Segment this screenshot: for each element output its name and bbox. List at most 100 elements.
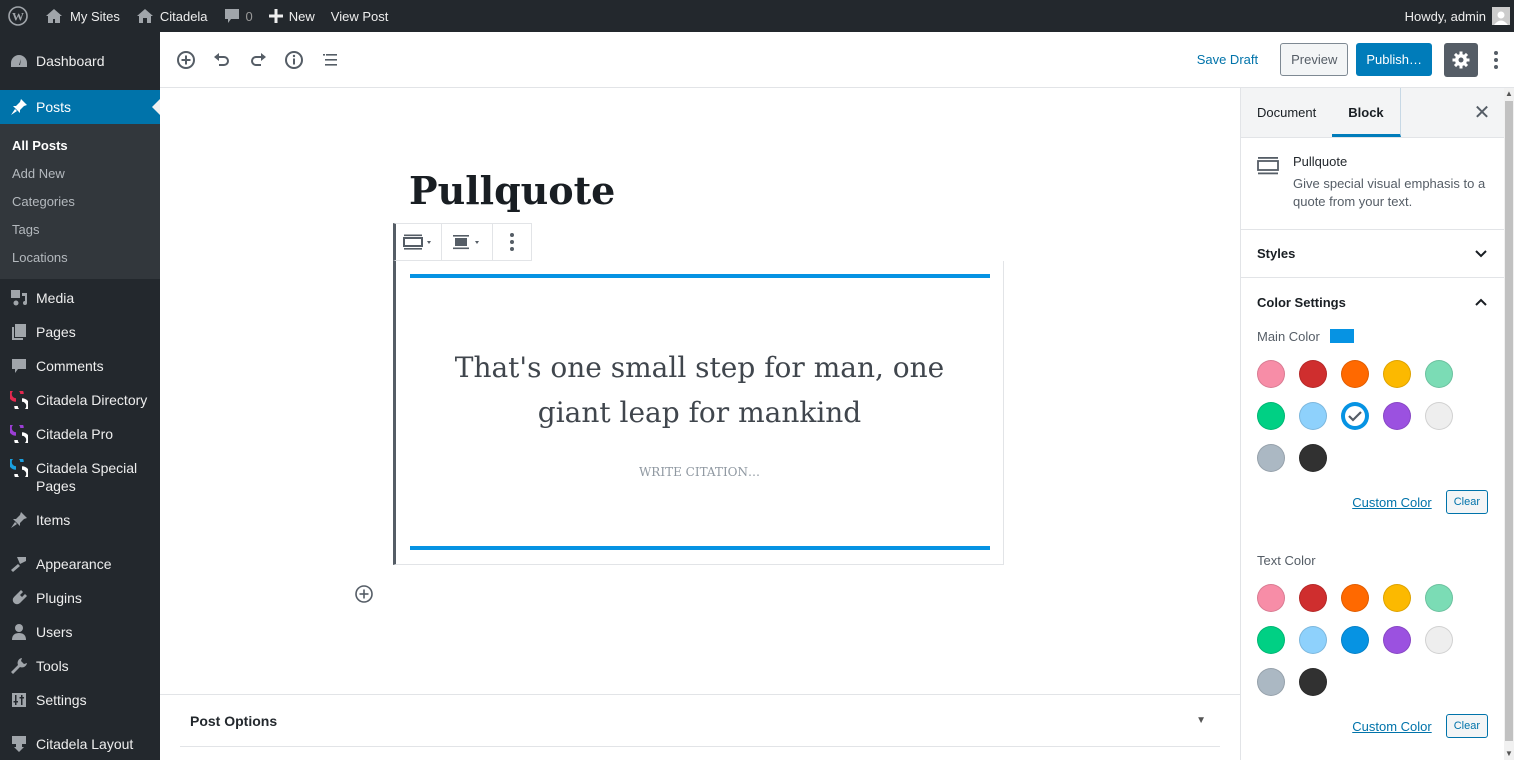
- account-menu[interactable]: Howdy, admin: [1397, 0, 1514, 32]
- wordpress-icon: W: [8, 6, 28, 26]
- color-swatch[interactable]: [1383, 360, 1411, 388]
- howdy-label: Howdy, admin: [1404, 8, 1486, 24]
- comments-menu[interactable]: 0: [216, 0, 261, 32]
- undo-button[interactable]: [204, 42, 240, 78]
- color-swatch[interactable]: [1299, 444, 1327, 472]
- text-color-label: Text Color: [1257, 552, 1316, 568]
- color-swatch[interactable]: [1299, 626, 1327, 654]
- color-swatch[interactable]: [1425, 402, 1453, 430]
- color-swatch[interactable]: [1299, 360, 1327, 388]
- sidebar-item-plugins[interactable]: Plugins: [0, 581, 160, 615]
- sidebar-item-citadela-pro[interactable]: Citadela Pro: [0, 417, 160, 451]
- more-tools-button[interactable]: [1478, 42, 1514, 78]
- settings-sliders-icon: [10, 691, 28, 709]
- sidebar-item-appearance[interactable]: Appearance: [0, 547, 160, 581]
- sidebar-item-citadela-special-pages[interactable]: Citadela Special Pages: [0, 451, 160, 503]
- scrollbar-thumb[interactable]: [1505, 101, 1513, 741]
- submenu-locations[interactable]: Locations: [0, 243, 160, 271]
- sidebar-item-comments[interactable]: Comments: [0, 349, 160, 383]
- site-name-menu[interactable]: Citadela: [128, 0, 216, 32]
- block-settings-sidebar: Document Block ✕ Pullquote Give special …: [1240, 88, 1504, 760]
- pullquote-text[interactable]: That's one small step for man, one giant…: [416, 345, 983, 435]
- undo-icon: [214, 52, 229, 66]
- save-draft-button[interactable]: Save Draft: [1185, 52, 1270, 67]
- settings-toggle-button[interactable]: [1444, 42, 1478, 77]
- tab-block[interactable]: Block: [1332, 88, 1401, 137]
- add-block-button[interactable]: [168, 42, 204, 78]
- plus-icon: [268, 9, 283, 23]
- color-swatch[interactable]: [1299, 668, 1327, 696]
- redo-button[interactable]: [240, 42, 276, 78]
- sidebar-item-dashboard[interactable]: Dashboard: [0, 32, 160, 90]
- submenu-all-posts[interactable]: All Posts: [0, 131, 160, 159]
- post-options-toggle[interactable]: Post Options ▼: [180, 695, 1220, 747]
- block-more-options-button[interactable]: [493, 224, 531, 260]
- color-swatch[interactable]: [1341, 402, 1369, 430]
- color-swatch[interactable]: [1257, 444, 1285, 472]
- my-sites-menu[interactable]: My Sites: [36, 0, 128, 32]
- alignment-button[interactable]: [442, 224, 494, 260]
- preview-button[interactable]: Preview: [1280, 43, 1349, 76]
- content-info-button[interactable]: [276, 42, 312, 78]
- post-options-metabox: Post Options ▼: [160, 694, 1240, 760]
- submenu-tags[interactable]: Tags: [0, 215, 160, 243]
- scroll-up-arrow[interactable]: ▲: [1504, 88, 1514, 100]
- scroll-down-arrow[interactable]: ▼: [1504, 748, 1514, 760]
- block-switcher-button[interactable]: [396, 224, 442, 260]
- text-clear-button[interactable]: Clear: [1445, 714, 1488, 738]
- color-swatch[interactable]: [1383, 584, 1411, 612]
- sidebar-item-users[interactable]: Users: [0, 615, 160, 649]
- sidebar-item-citadela-layout[interactable]: Citadela Layout: [0, 727, 160, 761]
- sidebar-item-pages[interactable]: Pages: [0, 315, 160, 349]
- citation-input[interactable]: Write citation…: [396, 465, 1003, 479]
- styles-panel-toggle[interactable]: Styles: [1241, 230, 1504, 278]
- color-swatch[interactable]: [1299, 584, 1327, 612]
- main-color-indicator: [1329, 329, 1354, 343]
- color-swatch[interactable]: [1425, 584, 1453, 612]
- sidebar-item-tools[interactable]: Tools: [0, 649, 160, 683]
- text-color-palette: [1241, 584, 1504, 696]
- post-title-input[interactable]: Pullquote: [409, 168, 615, 213]
- sidebar-label: Citadela Directory: [36, 392, 148, 408]
- color-swatch[interactable]: [1299, 402, 1327, 430]
- main-clear-button[interactable]: Clear: [1445, 490, 1488, 514]
- color-swatch[interactable]: [1341, 584, 1369, 612]
- sidebar-scrollbar[interactable]: ▲ ▼: [1504, 88, 1514, 760]
- color-swatch[interactable]: [1257, 360, 1285, 388]
- sidebar-item-media[interactable]: Media: [0, 281, 160, 315]
- publish-button[interactable]: Publish…: [1356, 43, 1432, 76]
- new-content-menu[interactable]: New: [261, 0, 323, 32]
- paintbrush-icon: [10, 555, 28, 573]
- color-swatch[interactable]: [1425, 360, 1453, 388]
- main-custom-color-button[interactable]: Custom Color: [1352, 495, 1431, 510]
- submenu-categories[interactable]: Categories: [0, 187, 160, 215]
- color-swatch[interactable]: [1383, 402, 1411, 430]
- tab-document[interactable]: Document: [1241, 88, 1332, 137]
- block-navigation-button[interactable]: [312, 42, 348, 78]
- color-settings-panel-toggle[interactable]: Color Settings: [1241, 278, 1504, 326]
- comment-bubble-icon: [224, 9, 239, 23]
- color-swatch[interactable]: [1257, 626, 1285, 654]
- color-swatch[interactable]: [1383, 626, 1411, 654]
- color-swatch[interactable]: [1425, 626, 1453, 654]
- submenu-add-new[interactable]: Add New: [0, 159, 160, 187]
- admin-bar: W My Sites Citadela 0 New View Post Howd…: [0, 0, 1514, 32]
- color-swatch[interactable]: [1257, 668, 1285, 696]
- color-swatch[interactable]: [1341, 626, 1369, 654]
- color-swatch[interactable]: [1341, 360, 1369, 388]
- sidebar-label: Settings: [36, 692, 87, 708]
- color-swatch[interactable]: [1257, 584, 1285, 612]
- pages-icon: [10, 323, 28, 341]
- text-custom-color-button[interactable]: Custom Color: [1352, 719, 1431, 734]
- sidebar-item-posts[interactable]: Posts: [0, 90, 160, 124]
- close-sidebar-button[interactable]: ✕: [1470, 100, 1494, 124]
- wordpress-logo-button[interactable]: W: [0, 0, 36, 32]
- block-inserter-button[interactable]: [354, 584, 374, 609]
- sidebar-item-items[interactable]: Items: [0, 503, 160, 537]
- view-post-link[interactable]: View Post: [323, 0, 397, 32]
- sidebar-item-citadela-directory[interactable]: Citadela Directory: [0, 383, 160, 417]
- pullquote-block[interactable]: That's one small step for man, one giant…: [393, 261, 1004, 565]
- info-icon: [285, 50, 303, 69]
- color-swatch[interactable]: [1257, 402, 1285, 430]
- sidebar-item-settings[interactable]: Settings: [0, 683, 160, 717]
